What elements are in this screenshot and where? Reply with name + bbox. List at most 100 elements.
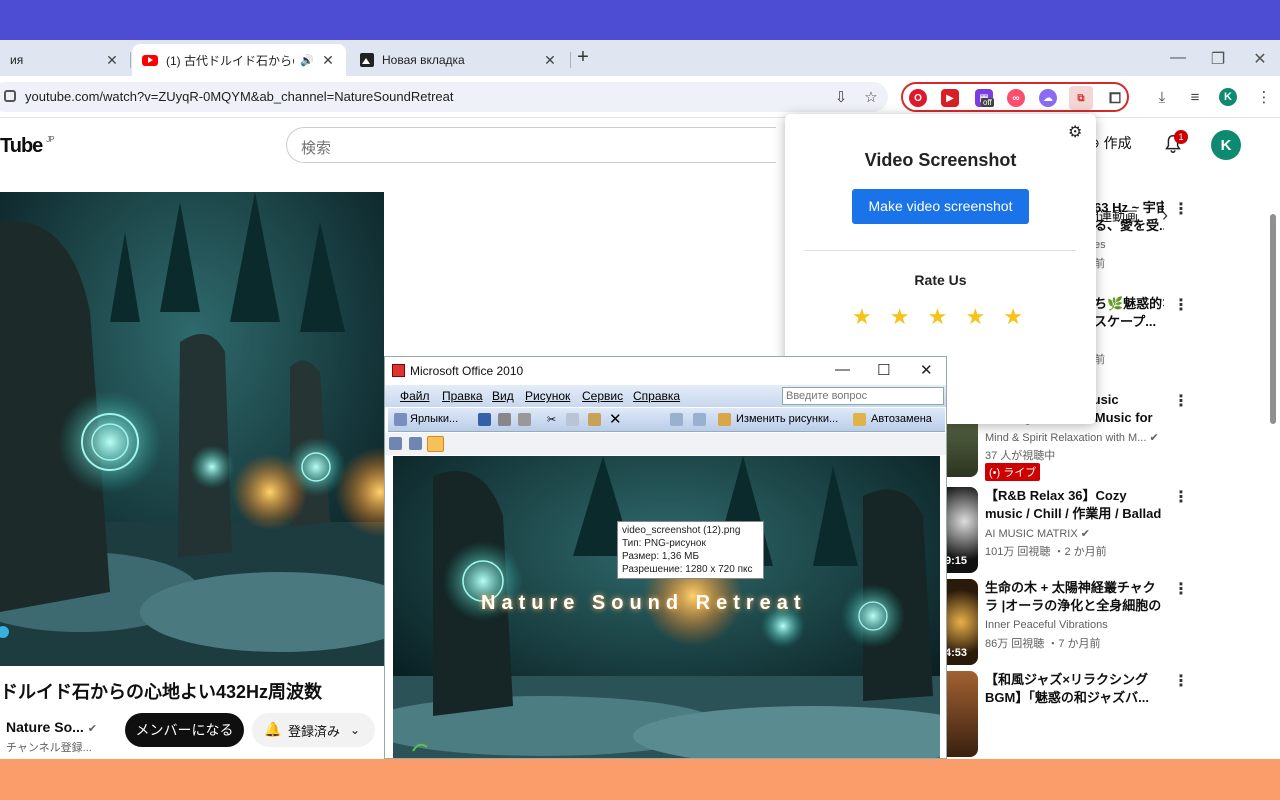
media-extension-icon[interactable]: ▶ [941,89,959,107]
menu-item-picture[interactable]: Рисунок [525,389,570,403]
close-tab-icon[interactable]: ✕ [542,52,558,69]
minimize-icon[interactable]: — [1168,49,1188,67]
youtube-logo[interactable]: Tube JP [0,135,55,158]
media-queue-icon[interactable]: ≡ [1181,83,1209,111]
popup-title: Video Screenshot [864,150,1017,170]
account-avatar[interactable]: K [1211,130,1241,160]
screenshot-preview-image[interactable]: Nature Sound Retreat [393,456,940,758]
save-icon[interactable] [478,413,491,426]
maximize-icon[interactable]: ☐ [877,361,890,379]
video-title: 【R&B Relax 36】Cozy music / Chill / 作業用 /… [985,488,1162,521]
menu-item-edit[interactable]: Правка [442,389,483,403]
tooltip-resolution: Разрешение: 1280 x 720 пкс [622,564,753,575]
edit-pictures-icon [718,413,731,426]
close-window-icon[interactable]: ✕ [920,361,933,379]
minimize-icon[interactable]: — [835,361,850,378]
ask-question-input[interactable]: Введите вопрос [782,387,944,405]
edit-pictures-button[interactable]: Изменить рисунки... [736,413,838,425]
tab-label: (1) 古代ドルイド石からの心地よ [166,53,294,68]
subscribed-button[interactable]: 🔔 登録済み ⌄ [252,713,375,747]
page-scrollbar[interactable] [1270,214,1276,424]
extensions-highlight: O ▶ ▦ off ∞ ☁ ⧉ ⧠ [901,82,1129,112]
rotate-right-icon[interactable] [693,413,706,426]
channel-name-text: AI MUSIC MATRIX [985,528,1078,540]
tab-divider [570,52,571,68]
gear-icon[interactable]: ⚙ [1068,122,1082,142]
chevron-down-icon: ⌄ [350,723,361,737]
video-meta: 86万 回視聴 ・7 か月前 [985,638,1101,650]
thumbnails-view-icon[interactable] [389,437,402,450]
restore-icon[interactable]: ❐ [1208,49,1228,69]
menu-item-tools[interactable]: Сервис [582,389,623,403]
menu-item-file[interactable]: Файл [400,389,430,403]
site-info-icon[interactable] [4,90,16,102]
office-titlebar[interactable]: Microsoft Office 2010 — ☐ ✕ [385,357,946,385]
channel-name[interactable]: Nature So... ✔ [6,719,97,735]
send-icon[interactable] [518,413,531,426]
profile-avatar[interactable]: K [1219,88,1237,106]
copy-icon[interactable] [566,413,579,426]
extensions-puzzle-icon[interactable]: ⧠ [1106,89,1124,107]
autoreplace-button[interactable]: Автозамена [871,413,932,425]
video-title: 63 Hz ~ 宇宙 る、愛を受... [1094,200,1164,233]
bookmark-star-icon[interactable]: ☆ [857,83,885,111]
close-window-icon[interactable]: ✕ [1250,49,1270,69]
join-membership-button[interactable]: メンバーになる [125,713,244,747]
close-tab-icon[interactable]: ✕ [104,52,120,69]
rotate-left-icon[interactable] [670,413,683,426]
video-screenshot-extension-icon[interactable]: ⧉ [1069,86,1093,110]
opera-vpn-icon[interactable]: O [909,89,927,107]
menu-kebab-icon[interactable]: ⋮ [1250,83,1278,111]
more-options-icon[interactable]: ⋮ [1173,199,1189,219]
rating-stars[interactable]: ★ ★ ★ ★ ★ [785,304,1096,330]
video-title: 生命の木 + 太陽神経叢チャクラ |オーラの浄化と全身細胞の再... [985,580,1162,613]
paste-icon[interactable] [588,413,601,426]
search-placeholder: 検索 [301,140,332,157]
delete-icon[interactable]: ✕ [609,410,622,428]
single-view-icon[interactable] [427,436,444,452]
new-tab-icon[interactable]: + [573,47,593,69]
speaker-icon[interactable]: 🔊 [300,54,314,67]
more-options-icon[interactable]: ⋮ [1173,671,1189,691]
make-screenshot-button[interactable]: Make video screenshot [852,189,1029,224]
tab-youtube[interactable]: (1) 古代ドルイド石からの心地よ 🔊 ✕ [132,44,346,76]
region-label: JP [46,135,54,144]
list-item[interactable]: 【和風ジャズ×リラクシング BGM】「魅惑の和ジャズバ... ⋮ [944,671,1194,759]
channel-name: Inner Peaceful Vibrations [985,619,1108,631]
verified-icon: ✔ [1080,528,1090,540]
channel-name: Mind & Spirit Relaxation with M... ✔ [985,431,1159,444]
cut-icon[interactable]: ✂ [547,413,556,426]
file-info-tooltip: video_screenshot (12).png Тип: PNG-рисун… [617,521,764,579]
menu-item-help[interactable]: Справка [633,389,680,403]
extension-badge: off [981,98,994,107]
list-item[interactable]: 9:15 【R&B Relax 36】Cozy music / Chill / … [944,487,1194,579]
tab-new-tab[interactable]: Новая вкладка ✕ [350,44,568,76]
shortcuts-button[interactable]: Ярлыки... [410,413,458,425]
divider [805,250,1076,251]
menu-item-view[interactable]: Вид [492,389,514,403]
video-duration: 9:15 [945,555,968,567]
close-tab-icon[interactable]: ✕ [320,52,336,69]
list-item[interactable]: 4:53 生命の木 + 太陽神経叢チャクラ |オーラの浄化と全身細胞の再... … [944,579,1194,671]
tab-previous[interactable]: ия ✕ [0,44,130,76]
address-bar[interactable]: youtube.com/watch?v=ZUyqR-0MQYM&ab_chann… [0,82,888,112]
download-icon[interactable]: ⤓ [1148,83,1176,111]
search-input[interactable]: 検索 [286,127,776,163]
filmstrip-view-icon[interactable] [409,437,422,450]
more-options-icon[interactable]: ⋮ [1173,579,1189,599]
print-icon[interactable] [498,413,511,426]
video-thumbnail: 4:53 [944,579,978,665]
image-favicon-icon [360,53,374,67]
tab-strip: ия ✕ (1) 古代ドルイド石からの心地よ 🔊 ✕ Новая вкладка… [0,40,1280,76]
video-player[interactable] [0,192,384,666]
view-mode-toolbar [385,433,946,455]
bell-icon: 🔔 [264,721,282,737]
infinity-extension-icon[interactable]: ∞ [1007,89,1025,107]
install-app-icon[interactable]: ⇩ [827,83,855,111]
cloud-extension-icon[interactable]: ☁ [1039,89,1057,107]
url-text[interactable]: youtube.com/watch?v=ZUyqR-0MQYM&ab_chann… [25,89,454,104]
video-title: ち🌿魅惑的な スケープ... [1094,296,1164,329]
more-options-icon[interactable]: ⋮ [1173,487,1189,507]
more-options-icon[interactable]: ⋮ [1173,391,1189,411]
more-options-icon[interactable]: ⋮ [1173,295,1189,315]
